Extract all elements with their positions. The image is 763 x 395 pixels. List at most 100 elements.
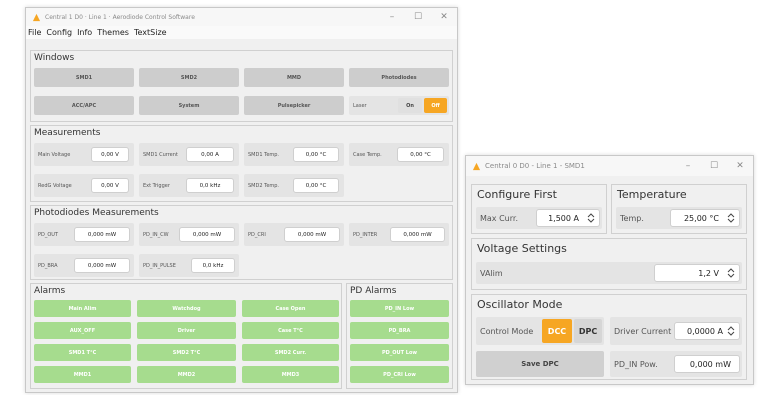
redg-voltage-value: 0,00 V	[91, 178, 129, 193]
pd-alarm-pd-in-low: PD_IN Low	[350, 300, 449, 317]
pd-alarm-pd-cri-low: PD_CRI Low	[350, 366, 449, 383]
configure-first-title: Configure First	[477, 188, 557, 201]
menu-textsize[interactable]: TextSize	[134, 28, 167, 37]
pd-alarm-pd-bra: PD_BRA	[350, 322, 449, 339]
main-voltage-label: Main Voltage	[38, 151, 71, 158]
alarm-mmd2: MMD2	[137, 366, 236, 383]
temperature-group: Temperature Temp. 25,00 °C	[611, 184, 747, 234]
system-window-button[interactable]: System	[139, 96, 239, 115]
driver-current-input[interactable]: 0,0000 A	[674, 322, 740, 340]
measurements-group: Measurements Main Voltage 0,00 V SMD1 Cu…	[30, 125, 453, 202]
photodiodes-group: Photodiodes Measurements PD_OUT 0,000 mW…	[30, 205, 453, 280]
smd1-temp-value: 0,00 °C	[293, 147, 339, 162]
driver-current-value: 0,0000 A	[686, 326, 723, 336]
dcc-button[interactable]: DCC	[542, 319, 572, 343]
smd1-window: Central 0 D0 - Line 1 - SMD1 – ☐ ✕ Confi…	[465, 155, 754, 385]
smd1-current-label: SMD1 Current	[143, 151, 178, 158]
ext-trigger-label: Ext Trigger	[143, 182, 170, 189]
alarm-main-alim: Main Alim	[34, 300, 131, 317]
pd-in-pulse-label: PD_IN_PULSE	[143, 262, 176, 269]
max-curr-input[interactable]: 1,500 A	[536, 209, 600, 227]
save-dpc-button[interactable]: Save DPC	[476, 351, 604, 377]
driver-current-spinner-icon[interactable]	[727, 326, 735, 336]
temperature-title: Temperature	[617, 188, 687, 201]
windows-group: Windows SMD1 SMD2 MMD Photodiodes ACC/AP…	[30, 50, 453, 122]
laser-label: Laser	[353, 102, 367, 109]
minimize-icon[interactable]: –	[379, 12, 405, 22]
case-temp-label: Case Temp.	[353, 151, 382, 158]
laser-off-button[interactable]: Off	[424, 98, 447, 113]
pd-out-label: PD_OUT	[38, 231, 59, 238]
alarm-watchdog: Watchdog	[137, 300, 236, 317]
smd1-titlebar: Central 0 D0 - Line 1 - SMD1 – ☐ ✕	[466, 156, 753, 176]
laser-on-button[interactable]: On	[398, 98, 422, 113]
temp-value: 25,00 °C	[683, 213, 719, 223]
dpc-button[interactable]: DPC	[574, 319, 602, 343]
pd-alarms-group: PD Alarms PD_IN Low PD_BRA PD_OUT Low PD…	[346, 283, 453, 389]
menubar: File Config Info Themes TextSize	[26, 26, 457, 39]
pd-inter-label: PD_INTER	[353, 231, 378, 238]
windows-group-title: Windows	[34, 53, 75, 63]
close-icon[interactable]: ✕	[431, 12, 457, 22]
acc-apc-window-button[interactable]: ACC/APC	[34, 96, 134, 115]
photodiodes-window-button[interactable]: Photodiodes	[349, 68, 449, 87]
menu-themes[interactable]: Themes	[97, 28, 129, 37]
valim-value: 1,2 V	[698, 268, 719, 278]
case-temp-value: 0,00 °C	[397, 147, 444, 162]
menu-file[interactable]: File	[28, 28, 41, 37]
pulsepicker-window-button[interactable]: Pulsepicker	[244, 96, 344, 115]
pd-bra-value: 0,000 mW	[74, 258, 130, 273]
app-logo-icon	[32, 13, 41, 21]
temp-label: Temp.	[620, 213, 644, 223]
alarms-group: Alarms Main Alim Watchdog Case Open AUX_…	[30, 283, 342, 389]
alarm-mmd3: MMD3	[242, 366, 339, 383]
valim-input[interactable]: 1,2 V	[654, 264, 740, 282]
smd1-window-title: Central 0 D0 - Line 1 - SMD1	[485, 162, 585, 170]
alarm-case-temp: Case T°C	[242, 322, 339, 339]
maximize-icon[interactable]: ☐	[701, 161, 727, 171]
alarms-title: Alarms	[34, 286, 66, 296]
alarm-smd2-temp: SMD2 T°C	[137, 344, 236, 361]
voltage-settings-group: Voltage Settings VAlim 1,2 V	[471, 238, 747, 290]
oscillator-mode-title: Oscillator Mode	[477, 298, 563, 311]
alarm-case-open: Case Open	[242, 300, 339, 317]
smd1-window-button[interactable]: SMD1	[34, 68, 134, 87]
ext-trigger-value: 0,0 kHz	[186, 178, 234, 193]
smd2-temp-label: SMD2 Temp.	[248, 182, 280, 189]
minimize-icon[interactable]: –	[675, 161, 701, 171]
pd-alarms-title: PD Alarms	[350, 286, 397, 296]
menu-config[interactable]: Config	[46, 28, 72, 37]
alarm-driver: Driver	[137, 322, 236, 339]
valim-spinner-icon[interactable]	[727, 268, 735, 278]
max-curr-value: 1,500 A	[548, 213, 579, 223]
close-icon[interactable]: ✕	[727, 161, 753, 171]
maximize-icon[interactable]: ☐	[405, 12, 431, 22]
pd-in-cw-value: 0,000 mW	[179, 227, 235, 242]
oscillator-mode-group: Oscillator Mode Control Mode DCC DPC Dri…	[471, 294, 747, 380]
smd2-window-button[interactable]: SMD2	[139, 68, 239, 87]
configure-first-group: Configure First Max Curr. 1,500 A	[471, 184, 607, 234]
max-curr-label: Max Curr.	[480, 213, 518, 223]
pdin-pow-value: 0,000 mW	[674, 355, 740, 373]
smd1-temp-label: SMD1 Temp.	[248, 151, 280, 158]
pd-alarm-pd-out-low: PD_OUT Low	[350, 344, 449, 361]
pd-out-value: 0,000 mW	[74, 227, 130, 242]
pd-bra-label: PD_BRA	[38, 262, 58, 269]
pd-cri-value: 0,000 mW	[284, 227, 340, 242]
mmd-window-button[interactable]: MMD	[244, 68, 344, 87]
smd2-temp-value: 0,00 °C	[293, 178, 339, 193]
pd-in-pulse-value: 0,0 kHz	[191, 258, 235, 273]
valim-label: VAlim	[480, 268, 503, 278]
max-curr-spinner-icon[interactable]	[587, 213, 595, 223]
menu-info[interactable]: Info	[77, 28, 92, 37]
main-window: Central 1 D0 · Line 1 · Aerodiode Contro…	[25, 7, 458, 393]
temp-spinner-icon[interactable]	[727, 213, 735, 223]
pdin-pow-label: PD_IN Pow.	[614, 359, 658, 369]
pd-cri-label: PD_CRI	[248, 231, 266, 238]
pd-inter-value: 0,000 mW	[390, 227, 445, 242]
temp-input[interactable]: 25,00 °C	[670, 209, 740, 227]
measurements-title: Measurements	[34, 128, 101, 138]
main-window-title: Central 1 D0 · Line 1 · Aerodiode Contro…	[45, 13, 195, 21]
smd1-current-value: 0,00 A	[186, 147, 234, 162]
app-logo-icon	[472, 162, 481, 170]
